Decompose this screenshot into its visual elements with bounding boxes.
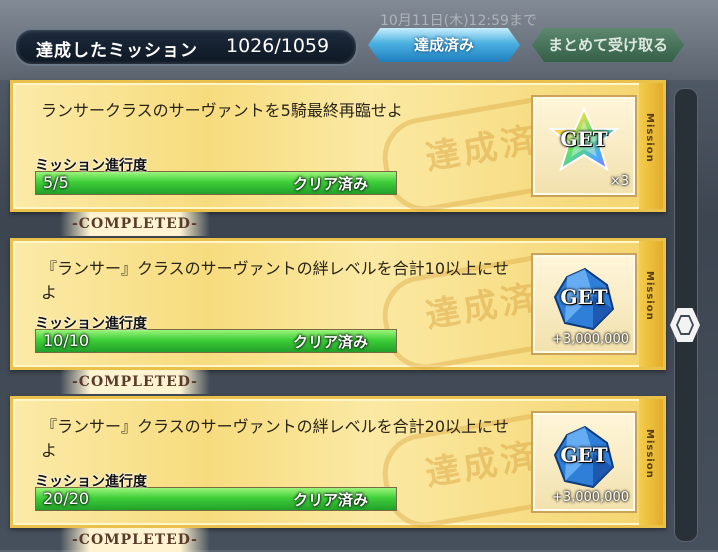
reward-box[interactable]: GET +3,000,000 (531, 253, 637, 355)
mission-side-label: Mission (644, 429, 655, 479)
progress-value: 5/5 (43, 173, 69, 192)
mission-card[interactable]: 達成済 ランサークラスのサーヴァントを5騎最終再臨せよ ミッション進行度 5/5… (10, 80, 666, 218)
progress-status: クリア済み (293, 491, 369, 509)
reward-get-label: GET (560, 285, 608, 309)
mission-side-label: Mission (644, 113, 655, 163)
mission-side-tab: Mission (639, 83, 663, 209)
reward-quantity: ×3 (609, 174, 629, 189)
progress-label: ミッション進行度 (35, 474, 147, 490)
mission-side-tab: Mission (639, 241, 663, 367)
receive-all-button[interactable]: まとめて受け取る (532, 28, 684, 62)
completed-banner: -COMPLETED- (60, 370, 210, 394)
mission-side-tab: Mission (639, 399, 663, 525)
mission-description: 『ランサー』クラスのサーヴァントの絆レベルを合計20以上にせよ (41, 417, 510, 460)
mission-card[interactable]: 達成済 『ランサー』クラスのサーヴァントの絆レベルを合計20以上にせよ ミッショ… (10, 396, 666, 534)
reward-get-label: GET (560, 443, 608, 467)
reward-quantity: +3,000,000 (551, 490, 629, 505)
mission-description: ランサークラスのサーヴァントを5騎最終再臨せよ (41, 101, 403, 120)
progress-label: ミッション進行度 (35, 316, 147, 332)
progress-label: ミッション進行度 (35, 158, 147, 174)
reward-quantity: +3,000,000 (551, 332, 629, 347)
progress-status: クリア済み (293, 175, 369, 193)
achieved-missions-count: 1026/1059 (226, 35, 330, 57)
progress-value: 10/10 (43, 331, 90, 350)
progress-value: 20/20 (43, 489, 90, 508)
achieved-missions-counter: 達成したミッション 1026/1059 (14, 28, 358, 66)
progress-status: クリア済み (293, 333, 369, 351)
completed-banner: -COMPLETED- (60, 212, 210, 236)
background-date-text: 10月11日(木)12:59まで (380, 13, 537, 29)
tab-achieved[interactable]: 達成済み (368, 28, 520, 62)
completed-banner: -COMPLETED- (60, 528, 210, 552)
reward-get-label: GET (560, 127, 608, 151)
achieved-missions-title: 達成したミッション (36, 41, 198, 61)
mission-side-label: Mission (644, 271, 655, 321)
reward-box[interactable]: GET +3,000,000 (531, 411, 637, 513)
mission-description: 『ランサー』クラスのサーヴァントの絆レベルを合計10以上にせよ (41, 259, 510, 302)
reward-box[interactable]: GET ×3 (531, 95, 637, 197)
mission-card[interactable]: 達成済 『ランサー』クラスのサーヴァントの絆レベルを合計10以上にせよ ミッショ… (10, 238, 666, 376)
